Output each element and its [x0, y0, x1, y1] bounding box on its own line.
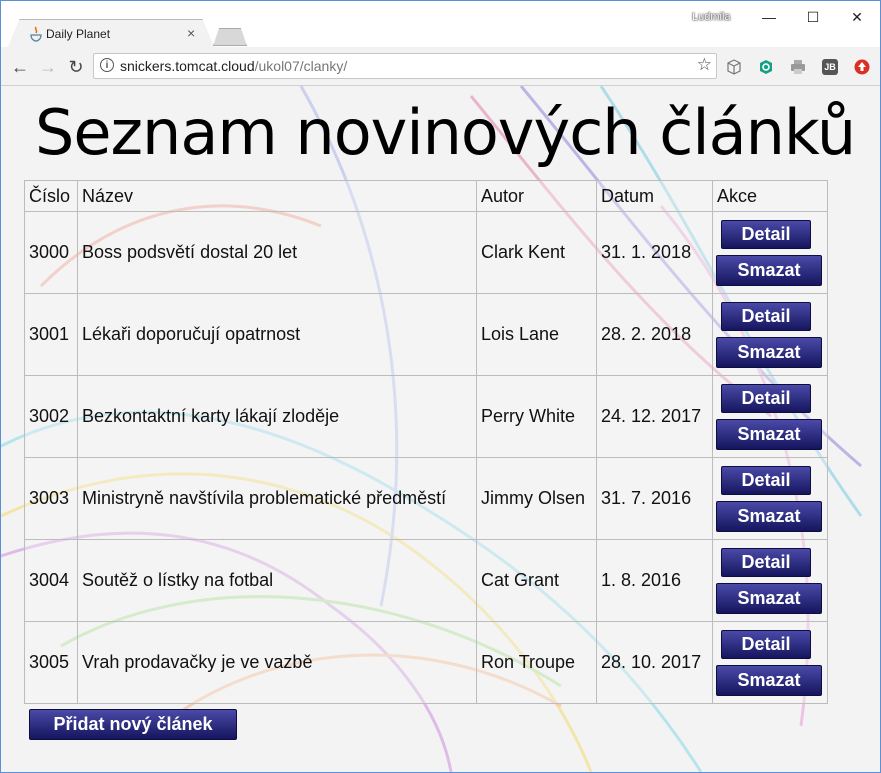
cube-icon[interactable]: [726, 59, 742, 75]
detail-button[interactable]: Detail: [721, 383, 811, 413]
table-row: 3003 Ministryně navštívila problematické…: [24, 457, 828, 540]
article-author: Ron Troupe: [476, 621, 597, 704]
reload-button[interactable]: ↻: [65, 56, 87, 78]
article-actions: Detail Smazat: [712, 621, 828, 704]
detail-button[interactable]: Detail: [721, 547, 811, 577]
jb-icon[interactable]: JB: [822, 59, 838, 75]
back-button[interactable]: ←: [9, 56, 31, 78]
article-number: 3000: [24, 211, 78, 294]
table-header-row: Číslo Název Autor Datum Akce: [24, 180, 828, 212]
bookmark-star-icon[interactable]: ☆: [697, 55, 712, 75]
article-title: Ministryně navštívila problematické před…: [77, 457, 477, 540]
article-actions: Detail Smazat: [712, 457, 828, 540]
detail-button[interactable]: Detail: [721, 629, 811, 659]
table-row: 3004 Soutěž o lístky na fotbal Cat Grant…: [24, 539, 828, 622]
column-header-date: Datum: [596, 180, 713, 212]
article-author: Jimmy Olsen: [476, 457, 597, 540]
red-upload-icon[interactable]: [854, 59, 870, 75]
tab-close-icon[interactable]: ×: [187, 25, 195, 41]
profile-name[interactable]: Ludmila: [692, 11, 731, 23]
article-title: Vrah prodavačky je ve vazbě: [77, 621, 477, 704]
column-header-actions: Akce: [712, 180, 828, 212]
table-row: 3002 Bezkontaktní karty lákají zloděje P…: [24, 375, 828, 458]
delete-button[interactable]: Smazat: [716, 418, 822, 450]
title-bar: Daily Planet × Ludmila — ☐ ✕: [1, 1, 880, 49]
table-row: 3005 Vrah prodavačky je ve vazbě Ron Tro…: [24, 621, 828, 704]
minimize-button[interactable]: —: [754, 7, 784, 27]
close-window-button[interactable]: ✕: [842, 7, 872, 27]
column-header-title: Název: [77, 180, 477, 212]
url-path: /ukol07/clanky/: [254, 58, 348, 74]
maximize-button[interactable]: ☐: [798, 7, 828, 27]
forward-button[interactable]: →: [37, 56, 59, 78]
delete-button[interactable]: Smazat: [716, 500, 822, 532]
info-icon[interactable]: i: [100, 58, 114, 72]
address-bar[interactable]: i snickers.tomcat.cloud/ukol07/clanky/ ☆: [93, 53, 717, 79]
add-article-button[interactable]: Přidat nový článek: [29, 709, 237, 740]
url-text[interactable]: snickers.tomcat.cloud/ukol07/clanky/: [120, 58, 347, 74]
delete-button[interactable]: Smazat: [716, 582, 822, 614]
article-number: 3003: [24, 457, 78, 540]
article-date: 31. 7. 2016: [596, 457, 713, 540]
green-shield-icon[interactable]: [758, 59, 774, 75]
detail-button[interactable]: Detail: [721, 465, 811, 495]
article-number: 3005: [24, 621, 78, 704]
browser-window: Daily Planet × Ludmila — ☐ ✕ ← → ↻ i sni…: [0, 0, 881, 773]
detail-button[interactable]: Detail: [721, 219, 811, 249]
delete-button[interactable]: Smazat: [716, 664, 822, 696]
java-icon: [30, 26, 42, 42]
column-header-number: Číslo: [24, 180, 78, 212]
article-number: 3004: [24, 539, 78, 622]
column-header-author: Autor: [476, 180, 597, 212]
article-author: Lois Lane: [476, 293, 597, 376]
article-actions: Detail Smazat: [712, 211, 828, 294]
article-actions: Detail Smazat: [712, 293, 828, 376]
article-date: 28. 10. 2017: [596, 621, 713, 704]
article-date: 28. 2. 2018: [596, 293, 713, 376]
article-actions: Detail Smazat: [712, 539, 828, 622]
article-actions: Detail Smazat: [712, 375, 828, 458]
page-content: Seznam novinových článků Číslo Název Aut…: [1, 86, 880, 772]
article-title: Boss podsvětí dostal 20 let: [77, 211, 477, 294]
new-tab-button[interactable]: [213, 28, 247, 46]
table-row: 3001 Lékaři doporučují opatrnost Lois La…: [24, 293, 828, 376]
tab-title: Daily Planet: [46, 27, 111, 41]
articles-table: Číslo Název Autor Datum Akce 3000 Boss p…: [24, 180, 828, 704]
browser-toolbar: ← → ↻ i snickers.tomcat.cloud/ukol07/cla…: [1, 47, 880, 86]
article-author: Perry White: [476, 375, 597, 458]
detail-button[interactable]: Detail: [721, 301, 811, 331]
article-author: Clark Kent: [476, 211, 597, 294]
article-title: Lékaři doporučují opatrnost: [77, 293, 477, 376]
delete-button[interactable]: Smazat: [716, 336, 822, 368]
article-date: 31. 1. 2018: [596, 211, 713, 294]
article-title: Bezkontaktní karty lákají zloděje: [77, 375, 477, 458]
table-row: 3000 Boss podsvětí dostal 20 let Clark K…: [24, 211, 828, 294]
article-author: Cat Grant: [476, 539, 597, 622]
article-number: 3001: [24, 293, 78, 376]
page-title: Seznam novinových článků: [35, 96, 856, 169]
article-date: 24. 12. 2017: [596, 375, 713, 458]
url-host: snickers.tomcat.cloud: [120, 58, 255, 74]
article-number: 3002: [24, 375, 78, 458]
article-date: 1. 8. 2016: [596, 539, 713, 622]
delete-button[interactable]: Smazat: [716, 254, 822, 286]
printer-icon[interactable]: [790, 59, 806, 75]
article-title: Soutěž o lístky na fotbal: [77, 539, 477, 622]
